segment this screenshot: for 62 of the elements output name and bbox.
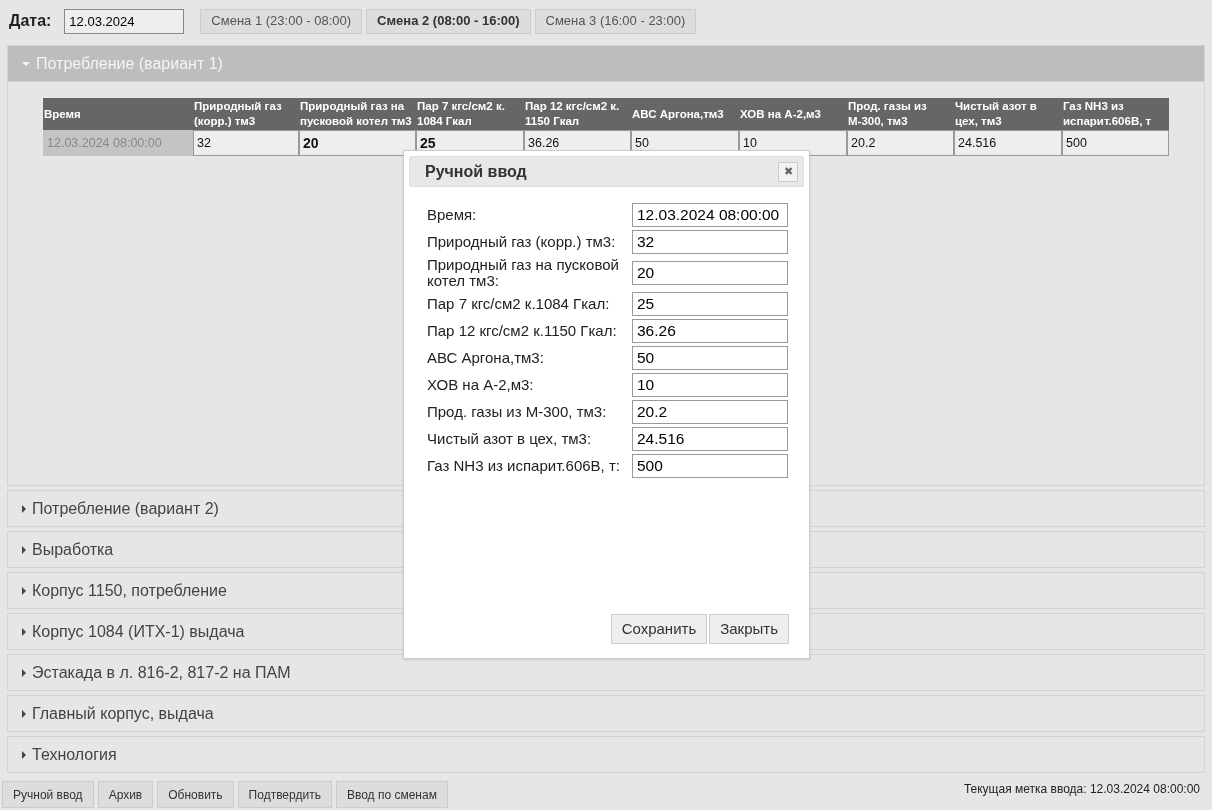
toolbar-button[interactable]: Подтвердить xyxy=(237,781,332,808)
input-field[interactable]: 24.516 xyxy=(632,427,788,451)
caret-down-icon xyxy=(22,61,30,66)
shift-button[interactable]: Смена 1 (23:00 - 08:00) xyxy=(200,8,363,34)
input-field[interactable]: 10 xyxy=(632,373,788,397)
dialog-button[interactable]: Сохранить xyxy=(610,614,708,644)
toolbar-button[interactable]: Архив xyxy=(97,781,154,808)
input-field[interactable]: 20.2 xyxy=(632,400,788,424)
field-label: Прод. газы из М-300, тм3: xyxy=(427,404,608,420)
table-cell[interactable]: 500 xyxy=(1062,130,1169,156)
field-label: Пар 12 кгс/см2 к.1150 Гкал: xyxy=(427,323,618,339)
caret-right-icon xyxy=(22,627,26,636)
field-label: Газ NH3 из испарит.606В, т: xyxy=(427,458,621,474)
shift-button[interactable]: Смена 2 (08:00 - 16:00) xyxy=(366,8,531,34)
table-cell[interactable]: 20 xyxy=(299,130,416,156)
caret-right-icon xyxy=(22,504,26,513)
input-field[interactable]: 12.03.2024 08:00:00 xyxy=(632,203,788,227)
shift-button[interactable]: Смена 3 (16:00 - 23:00) xyxy=(534,8,697,34)
date-field[interactable]: 12.03.2024 xyxy=(64,8,185,34)
dialog-button[interactable]: Закрыть xyxy=(709,614,789,644)
column-header: Чистый азот в цех, тм3 xyxy=(954,99,1038,129)
field-label: Пар 7 кгс/см2 к.1084 Гкал: xyxy=(427,296,611,312)
caret-right-icon xyxy=(22,668,26,677)
column-header: Природный газ (корр.) тм3 xyxy=(193,99,283,129)
input-field[interactable]: 32 xyxy=(632,230,788,254)
caret-right-icon xyxy=(22,709,26,718)
table-cell[interactable]: 20.2 xyxy=(847,130,954,156)
table-cell: 12.03.2024 08:00:00 xyxy=(43,130,193,156)
toolbar-button[interactable]: Обновить xyxy=(157,781,234,808)
status-text: Текущая метка ввода: 12.03.2024 08:00:00 xyxy=(963,781,1200,798)
input-field[interactable]: 36.26 xyxy=(632,319,788,343)
field-label: АВС Аргона,тм3: xyxy=(427,350,545,366)
caret-right-icon xyxy=(22,545,26,554)
input-field[interactable]: 50 xyxy=(632,346,788,370)
section-header[interactable]: Технология xyxy=(7,736,1205,773)
section-header[interactable]: Эстакада в л. 816-2, 817-2 на ПАМ xyxy=(7,654,1205,691)
toolbar-button[interactable]: Ввод по сменам xyxy=(335,781,448,808)
column-header: АВС Аргона,тм3 xyxy=(631,106,725,122)
field-label: ХОВ на А-2,м3: xyxy=(427,377,535,393)
field-label: Время: xyxy=(427,207,478,223)
caret-right-icon xyxy=(22,750,26,759)
section-header[interactable]: Главный корпус, выдача xyxy=(7,695,1205,732)
column-header: Газ NH3 из испарит.606В, т xyxy=(1062,99,1153,129)
column-header: Природный газ на пусковой котел тм3 xyxy=(299,99,413,129)
column-header: Пар 12 кгс/см2 к. 1150 Гкал xyxy=(524,99,621,129)
toolbar-button[interactable]: Ручной ввод xyxy=(2,781,94,808)
input-field[interactable]: 500 xyxy=(632,454,788,478)
column-header: Прод. газы из М-300, тм3 xyxy=(847,99,928,129)
column-header: Пар 7 кгс/см2 к. 1084 Гкал xyxy=(416,99,506,129)
input-field[interactable]: 25 xyxy=(632,292,788,316)
table-cell[interactable]: 24.516 xyxy=(954,130,1062,156)
field-label: Чистый азот в цех, тм3: xyxy=(427,431,593,447)
column-header: Время xyxy=(43,106,82,122)
input-field[interactable]: 20 xyxy=(632,261,788,285)
field-label: Природный газ (корр.) тм3: xyxy=(427,234,617,250)
table-cell[interactable]: 32 xyxy=(193,130,299,156)
field-label: Природный газ на пусковой котел тм3: xyxy=(427,257,620,289)
dialog-title: Ручной ввод xyxy=(425,161,527,182)
close-button[interactable]: ✖ xyxy=(778,161,798,182)
date-label: Дата: xyxy=(9,11,52,31)
column-header: ХОВ на А-2,м3 xyxy=(739,106,822,122)
caret-right-icon xyxy=(22,586,26,595)
